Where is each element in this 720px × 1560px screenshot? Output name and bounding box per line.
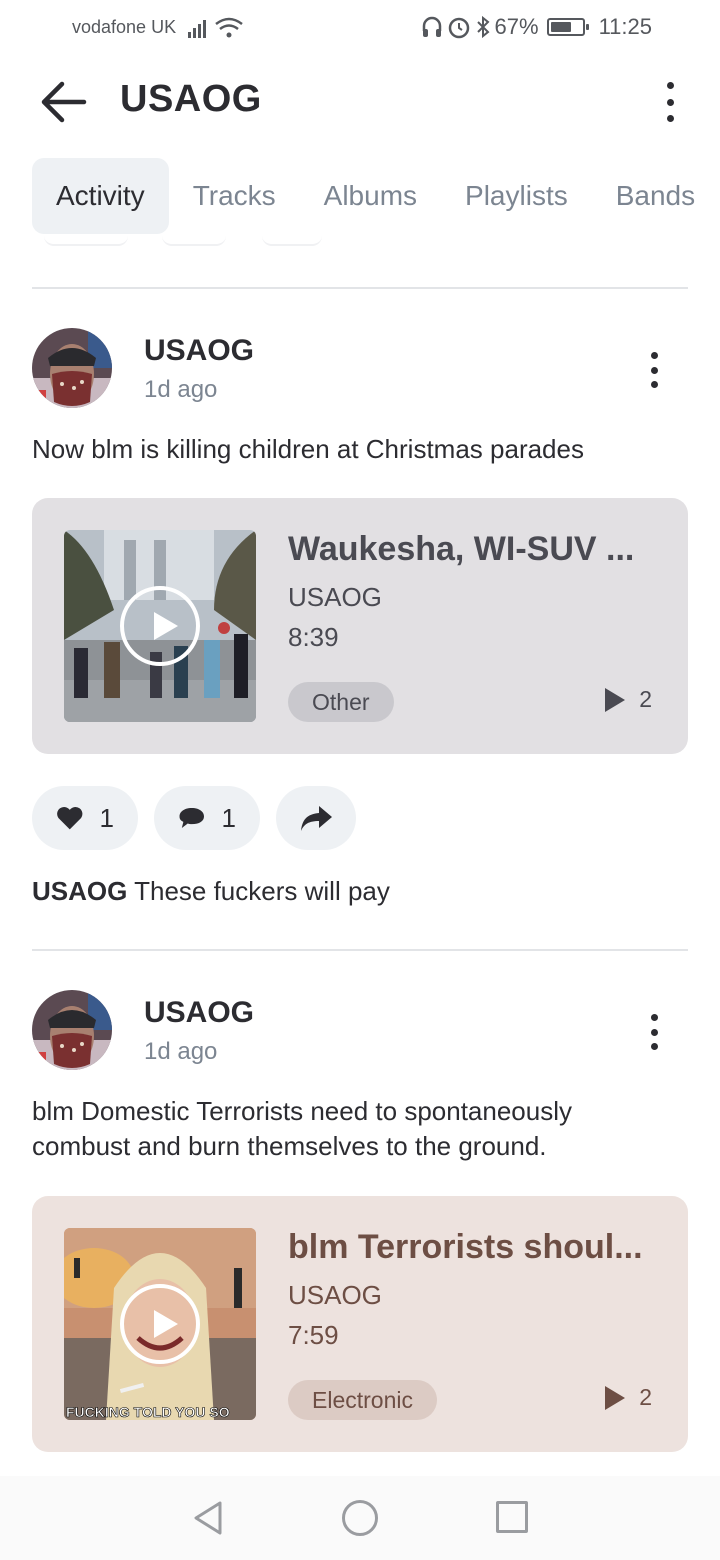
tab-albums[interactable]: Albums bbox=[300, 158, 441, 234]
alarm-icon bbox=[448, 17, 469, 39]
comment-button[interactable]: 1 bbox=[154, 786, 260, 850]
nav-home-icon[interactable] bbox=[342, 1500, 378, 1536]
battery-fill bbox=[550, 22, 571, 32]
battery-percent: 67% bbox=[494, 14, 539, 39]
activity-post: USAOG 1d ago Now blm is killing children… bbox=[32, 328, 688, 928]
play-count: 2 bbox=[605, 1384, 652, 1411]
genre-tag[interactable]: Electronic bbox=[288, 1380, 437, 1420]
page-title: USAOG bbox=[120, 78, 262, 120]
track-artist[interactable]: USAOG bbox=[288, 1280, 382, 1311]
track-title[interactable]: blm Terrorists shoul... bbox=[288, 1228, 668, 1267]
play-button[interactable] bbox=[120, 1284, 200, 1364]
post-more-icon[interactable] bbox=[644, 352, 664, 388]
play-count-value: 2 bbox=[639, 686, 652, 712]
carrier-name: vodafone UK bbox=[72, 17, 177, 37]
post-actions: 1 1 bbox=[32, 786, 356, 850]
play-count-value: 2 bbox=[639, 1384, 652, 1410]
comment-preview: USAOG These fuckers will pay bbox=[32, 876, 390, 907]
activity-post: USAOG 1d ago blm Domestic Terrorists nee… bbox=[32, 990, 688, 1460]
post-timestamp: 1d ago bbox=[144, 1038, 218, 1065]
tab-tracks[interactable]: Tracks bbox=[169, 158, 300, 234]
track-duration: 8:39 bbox=[288, 622, 339, 652]
avatar[interactable] bbox=[32, 328, 112, 408]
avatar[interactable] bbox=[32, 990, 112, 1070]
post-author[interactable]: USAOG bbox=[144, 996, 254, 1030]
tab-activity[interactable]: Activity bbox=[32, 158, 169, 234]
back-arrow-icon[interactable] bbox=[40, 80, 88, 124]
divider bbox=[32, 949, 688, 951]
track-title[interactable]: Waukesha, WI-SUV ... bbox=[288, 530, 668, 569]
tab-playlists[interactable]: Playlists bbox=[441, 158, 592, 234]
comment-author[interactable]: USAOG bbox=[32, 876, 127, 906]
comment-text: These fuckers will pay bbox=[127, 876, 390, 906]
track-thumbnail[interactable]: FUCKING TOLD YOU SO bbox=[64, 1228, 256, 1420]
tab-bands[interactable]: Bands bbox=[592, 158, 719, 234]
system-nav-bar bbox=[0, 1476, 720, 1560]
clock: 11:25 bbox=[598, 14, 652, 39]
play-count-icon bbox=[605, 687, 626, 712]
nav-recents-icon[interactable] bbox=[496, 1501, 528, 1533]
track-duration: 7:59 bbox=[288, 1320, 339, 1350]
track-card[interactable]: FUCKING TOLD YOU SO blm Terrorists shoul… bbox=[32, 1196, 688, 1452]
post-more-icon[interactable] bbox=[644, 1014, 664, 1050]
play-count-icon bbox=[605, 1385, 626, 1410]
track-thumbnail[interactable] bbox=[64, 530, 256, 722]
headphones-icon bbox=[422, 16, 441, 37]
profile-tabs: Activity Tracks Albums Playlists Bands bbox=[32, 158, 719, 234]
thumbnail-caption: FUCKING TOLD YOU SO bbox=[66, 1404, 230, 1420]
heart-icon bbox=[57, 806, 83, 830]
app-header: USAOG bbox=[0, 62, 720, 142]
comment-count: 1 bbox=[221, 802, 236, 833]
post-timestamp: 1d ago bbox=[144, 376, 218, 403]
post-text: blm Domestic Terrorists need to spontane… bbox=[32, 1096, 572, 1161]
more-options-icon[interactable] bbox=[658, 82, 682, 122]
share-button[interactable] bbox=[276, 786, 356, 850]
status-right: 67% 11:25 bbox=[421, 14, 652, 40]
share-icon bbox=[301, 806, 332, 831]
status-bar: vodafone UK 67% 11:25 bbox=[0, 0, 720, 56]
genre-tag[interactable]: Other bbox=[288, 682, 394, 722]
track-artist[interactable]: USAOG bbox=[288, 582, 382, 613]
like-count: 1 bbox=[99, 802, 114, 833]
comment-icon bbox=[179, 808, 205, 828]
post-author[interactable]: USAOG bbox=[144, 334, 254, 368]
divider bbox=[32, 287, 688, 289]
like-button[interactable]: 1 bbox=[32, 786, 138, 850]
bluetooth-icon bbox=[476, 15, 490, 39]
signal-wifi-icon bbox=[188, 17, 243, 38]
post-text: Now blm is killing children at Christmas… bbox=[32, 434, 584, 464]
nav-back-icon[interactable] bbox=[192, 1500, 224, 1536]
play-count: 2 bbox=[605, 686, 652, 713]
play-button[interactable] bbox=[120, 586, 200, 666]
track-card[interactable]: Waukesha, WI-SUV ... USAOG 8:39 Other 2 bbox=[32, 498, 688, 754]
battery-icon bbox=[546, 18, 589, 36]
